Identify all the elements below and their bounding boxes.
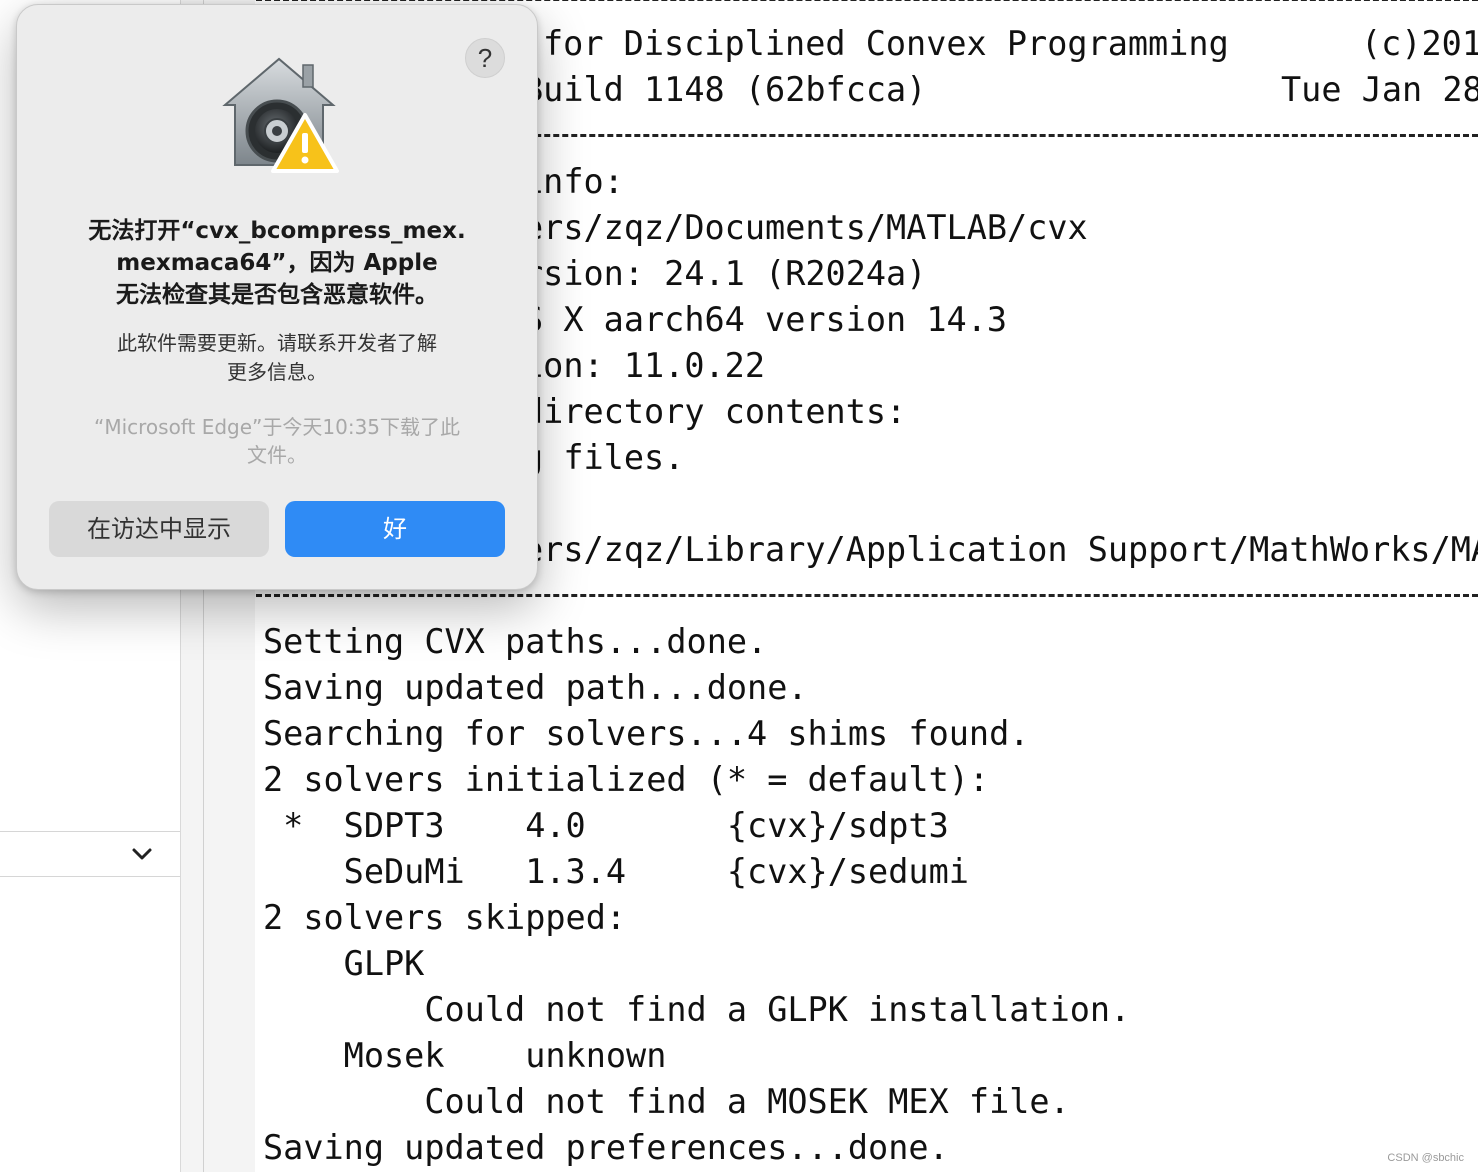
console-line: Could not find a MOSEK MEX file. [263,1082,1070,1121]
download-source-note: “Microsoft Edge”于今天10:35下载了此 文件。 [57,413,497,469]
divider-rule [256,0,1478,1]
alert-title-line: 无法检查其是否包含恶意软件。 [116,282,438,308]
console-line: ers/zqz/Library/Application Support/Math… [523,530,1478,569]
console-line: Saving updated path...done. [263,668,808,707]
alert-message-line: 此软件需要更新。请联系开发者了解 [117,331,437,355]
console-line: * SDPT3 4.0 {cvx}/sdpt3 [263,806,949,845]
alert-title-line: mexmaca64”，因为 Apple [116,250,438,276]
console-line: info: [523,162,624,201]
panel-dropdown[interactable] [0,831,180,877]
alert-message-line: 更多信息。 [227,360,327,384]
console-line: for Disciplined Convex Programming [543,24,1229,63]
download-source-line: “Microsoft Edge”于今天10:35下载了此 [93,415,461,439]
console-line: SeDuMi 1.3.4 {cvx}/sedumi [263,852,969,891]
console-line: ers/zqz/Documents/MATLAB/cvx [523,208,1088,247]
alert-title: 无法打开“cvx_bcompress_mex. mexmaca64”，因为 Ap… [57,215,497,311]
help-button[interactable]: ? [465,38,505,78]
console-line: rsion: 24.1 (R2024a) [523,254,927,293]
gatekeeper-icon [222,57,339,173]
show-in-finder-button[interactable]: 在访达中显示 [49,501,269,557]
alert-message: 此软件需要更新。请联系开发者了解 更多信息。 [77,329,477,387]
ok-button[interactable]: 好 [285,501,505,557]
watermark: CSDN @sbchic [1387,1152,1464,1164]
console-line: g files. [523,438,685,477]
console-line: Searching for solvers...4 shims found. [263,714,1030,753]
console-line: Tue Jan 28 [1281,70,1478,109]
console-line: directory contents: [523,392,907,431]
security-alert-dialog: ? 无法打开“cvx_bcompress_mex. mexmaca64”，因为 … [16,4,538,590]
console-line: (c)201 [1361,24,1478,63]
console-line: Setting CVX paths...done. [263,622,768,661]
console-line: 2 solvers initialized (* = default): [263,760,990,799]
download-source-line: 文件。 [247,443,307,467]
console-line: 2 solvers skipped: [263,898,627,937]
console-line: S X aarch64 version 14.3 [523,300,1008,339]
chevron-down-icon[interactable] [130,842,154,866]
console-line: Could not find a GLPK installation. [263,990,1131,1029]
console-line: Build 1148 (62bfcca) [523,70,927,109]
alert-title-line: 无法打开“cvx_bcompress_mex. [88,218,466,244]
console-line: Mosek unknown [263,1036,667,1075]
divider-rule [256,594,1478,597]
console-line: ion: 11.0.22 [523,346,766,385]
console-line: GLPK [263,944,425,983]
console-line: Saving updated preferences...done. [263,1128,949,1167]
